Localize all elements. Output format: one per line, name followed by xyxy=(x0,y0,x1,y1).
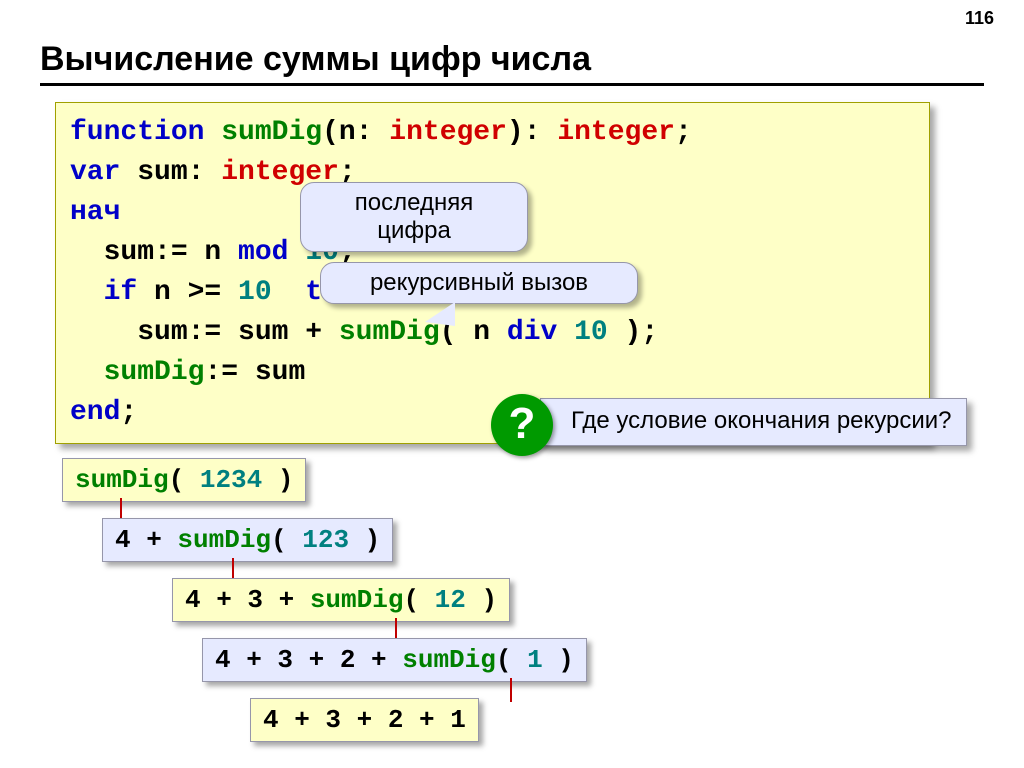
trace-step-5: 4 + 3 + 2 + 1 xyxy=(250,698,479,742)
trace-step-2: 4 + sumDig( 123 ) xyxy=(102,518,393,562)
code-line-1: function sumDig(n: integer): integer; xyxy=(70,113,915,153)
question-mark-icon: ? xyxy=(491,394,553,456)
fn-name: sumDig xyxy=(104,357,205,388)
fn-name: sumDig xyxy=(221,117,322,148)
trace-step-3: 4 + 3 + sumDig( 12 ) xyxy=(172,578,510,622)
literal: 10 xyxy=(238,277,272,308)
kw-begin: нач xyxy=(70,197,120,228)
callout-last-digit: последняя цифра xyxy=(300,182,528,252)
kw-mod: mod xyxy=(238,237,288,268)
connector-line xyxy=(510,678,512,702)
kw-if: if xyxy=(104,277,138,308)
trace-step-1: sumDig( 1234 ) xyxy=(62,458,306,502)
page-number: 116 xyxy=(965,8,994,29)
kw-function: function xyxy=(70,117,204,148)
code-line-6: sum:= sum + sumDig( n div 10 ); xyxy=(70,313,915,353)
callout-recursive-call: рекурсивный вызов xyxy=(320,262,638,304)
code-line-7: sumDig:= sum xyxy=(70,353,915,393)
kw-var: var xyxy=(70,157,120,188)
callout-tail xyxy=(425,302,455,326)
question-box: Где условие окончания рекурсии? xyxy=(540,398,967,446)
type: integer xyxy=(389,117,507,148)
slide-title: Вычисление суммы цифр числа xyxy=(40,40,984,86)
type: integer xyxy=(557,117,675,148)
literal: 10 xyxy=(574,317,608,348)
kw-div: div xyxy=(507,317,557,348)
kw-end: end xyxy=(70,397,120,428)
trace-step-4: 4 + 3 + 2 + sumDig( 1 ) xyxy=(202,638,587,682)
